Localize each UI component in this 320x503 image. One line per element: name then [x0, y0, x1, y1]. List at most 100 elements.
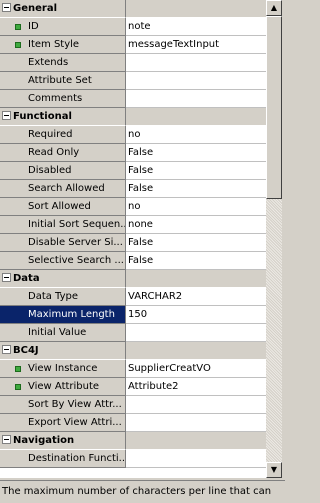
property-label: Destination Functi...: [28, 453, 126, 464]
property-value[interactable]: [126, 72, 266, 90]
property-row-view-attribute[interactable]: View Attribute Attribute2: [0, 378, 266, 396]
property-name[interactable]: Maximum Length: [0, 306, 126, 324]
property-value[interactable]: no: [126, 198, 266, 216]
property-name[interactable]: Sort By View Attr...: [0, 396, 126, 414]
set-indicator-icon: [15, 366, 21, 372]
property-row-export-view-attri[interactable]: Export View Attri...: [0, 414, 266, 432]
property-row-destination-functi[interactable]: Destination Functi...: [0, 450, 266, 468]
scroll-down-button[interactable]: ▼: [266, 462, 282, 478]
property-description: The maximum number of characters per lin…: [0, 480, 285, 503]
property-label: View Attribute: [28, 381, 100, 392]
property-name[interactable]: Attribute Set: [0, 72, 126, 90]
property-row-initial-value[interactable]: Initial Value: [0, 324, 266, 342]
property-name[interactable]: Initial Value: [0, 324, 126, 342]
property-row-selective-search[interactable]: Selective Search ... False: [0, 252, 266, 270]
property-label: Sort Allowed: [28, 201, 91, 212]
property-grid: General ID note Item Style messageTextInput E…: [0, 0, 266, 478]
property-row-attribute-set[interactable]: Attribute Set: [0, 72, 266, 90]
section-header[interactable]: Navigation: [0, 432, 126, 450]
collapse-icon[interactable]: [2, 111, 11, 120]
section-spacer: [126, 108, 266, 126]
property-value[interactable]: no: [126, 126, 266, 144]
section-header[interactable]: BC4J: [0, 342, 126, 360]
property-value[interactable]: [126, 450, 266, 468]
property-name[interactable]: ID: [0, 18, 126, 36]
property-value[interactable]: False: [126, 180, 266, 198]
section-header[interactable]: Data: [0, 270, 126, 288]
vertical-scrollbar[interactable]: ▲ ▼: [266, 0, 282, 478]
property-name[interactable]: Disabled: [0, 162, 126, 180]
property-label: Data Type: [28, 291, 79, 302]
property-row-extends[interactable]: Extends: [0, 54, 266, 72]
property-row-search-allowed[interactable]: Search Allowed False: [0, 180, 266, 198]
property-value[interactable]: [126, 90, 266, 108]
property-row-required[interactable]: Required no: [0, 126, 266, 144]
property-name[interactable]: View Instance: [0, 360, 126, 378]
property-label: Search Allowed: [28, 183, 105, 194]
property-row-id[interactable]: ID note: [0, 18, 266, 36]
property-value[interactable]: [126, 414, 266, 432]
property-name[interactable]: Comments: [0, 90, 126, 108]
property-row-read-only[interactable]: Read Only False: [0, 144, 266, 162]
scroll-up-button[interactable]: ▲: [266, 0, 282, 16]
property-value[interactable]: messageTextInput: [126, 36, 266, 54]
property-value[interactable]: note: [126, 18, 266, 36]
property-row-comments[interactable]: Comments: [0, 90, 266, 108]
property-value[interactable]: SupplierCreatVO: [126, 360, 266, 378]
property-name[interactable]: Initial Sort Sequen...: [0, 216, 126, 234]
collapse-icon[interactable]: [2, 273, 11, 282]
property-value[interactable]: none: [126, 216, 266, 234]
property-name[interactable]: Export View Attri...: [0, 414, 126, 432]
scroll-thumb[interactable]: [266, 16, 282, 199]
collapse-icon[interactable]: [2, 345, 11, 354]
property-value[interactable]: 150: [126, 306, 266, 324]
collapse-icon[interactable]: [2, 3, 11, 12]
property-name[interactable]: Sort Allowed: [0, 198, 126, 216]
section-spacer: [126, 342, 266, 360]
property-value[interactable]: False: [126, 252, 266, 270]
property-label: Initial Value: [28, 327, 87, 338]
section-title: BC4J: [13, 345, 39, 356]
property-row-view-instance[interactable]: View Instance SupplierCreatVO: [0, 360, 266, 378]
section-navigation[interactable]: Navigation: [0, 432, 266, 450]
section-data[interactable]: Data: [0, 270, 266, 288]
section-spacer: [126, 270, 266, 288]
property-row-disable-server-si[interactable]: Disable Server Si... False: [0, 234, 266, 252]
collapse-icon[interactable]: [2, 435, 11, 444]
property-row-initial-sort-sequen[interactable]: Initial Sort Sequen... none: [0, 216, 266, 234]
property-value[interactable]: [126, 396, 266, 414]
property-label: Maximum Length: [28, 309, 115, 320]
arrow-down-icon: ▼: [270, 465, 278, 474]
property-name[interactable]: Disable Server Si...: [0, 234, 126, 252]
property-row-disabled[interactable]: Disabled False: [0, 162, 266, 180]
property-value[interactable]: [126, 324, 266, 342]
property-name[interactable]: Search Allowed: [0, 180, 126, 198]
property-name[interactable]: Data Type: [0, 288, 126, 306]
property-name[interactable]: View Attribute: [0, 378, 126, 396]
property-row-sort-allowed[interactable]: Sort Allowed no: [0, 198, 266, 216]
property-value[interactable]: False: [126, 234, 266, 252]
property-row-maximum-length[interactable]: Maximum Length 150: [0, 306, 266, 324]
property-name[interactable]: Required: [0, 126, 126, 144]
set-indicator-icon: [15, 42, 21, 48]
property-name[interactable]: Destination Functi...: [0, 450, 126, 468]
section-header[interactable]: General: [0, 0, 126, 18]
property-name[interactable]: Item Style: [0, 36, 126, 54]
property-value[interactable]: VARCHAR2: [126, 288, 266, 306]
section-bc4j[interactable]: BC4J: [0, 342, 266, 360]
property-row-item-style[interactable]: Item Style messageTextInput: [0, 36, 266, 54]
property-row-sort-by-view-attr[interactable]: Sort By View Attr...: [0, 396, 266, 414]
property-row-data-type[interactable]: Data Type VARCHAR2: [0, 288, 266, 306]
property-name[interactable]: Read Only: [0, 144, 126, 162]
section-title: Navigation: [13, 435, 75, 446]
section-functional[interactable]: Functional: [0, 108, 266, 126]
property-name[interactable]: Selective Search ...: [0, 252, 126, 270]
property-value[interactable]: Attribute2: [126, 378, 266, 396]
property-value[interactable]: False: [126, 162, 266, 180]
property-value[interactable]: False: [126, 144, 266, 162]
section-header[interactable]: Functional: [0, 108, 126, 126]
property-name[interactable]: Extends: [0, 54, 126, 72]
property-value[interactable]: [126, 54, 266, 72]
section-title: General: [13, 3, 57, 14]
section-general[interactable]: General: [0, 0, 266, 18]
